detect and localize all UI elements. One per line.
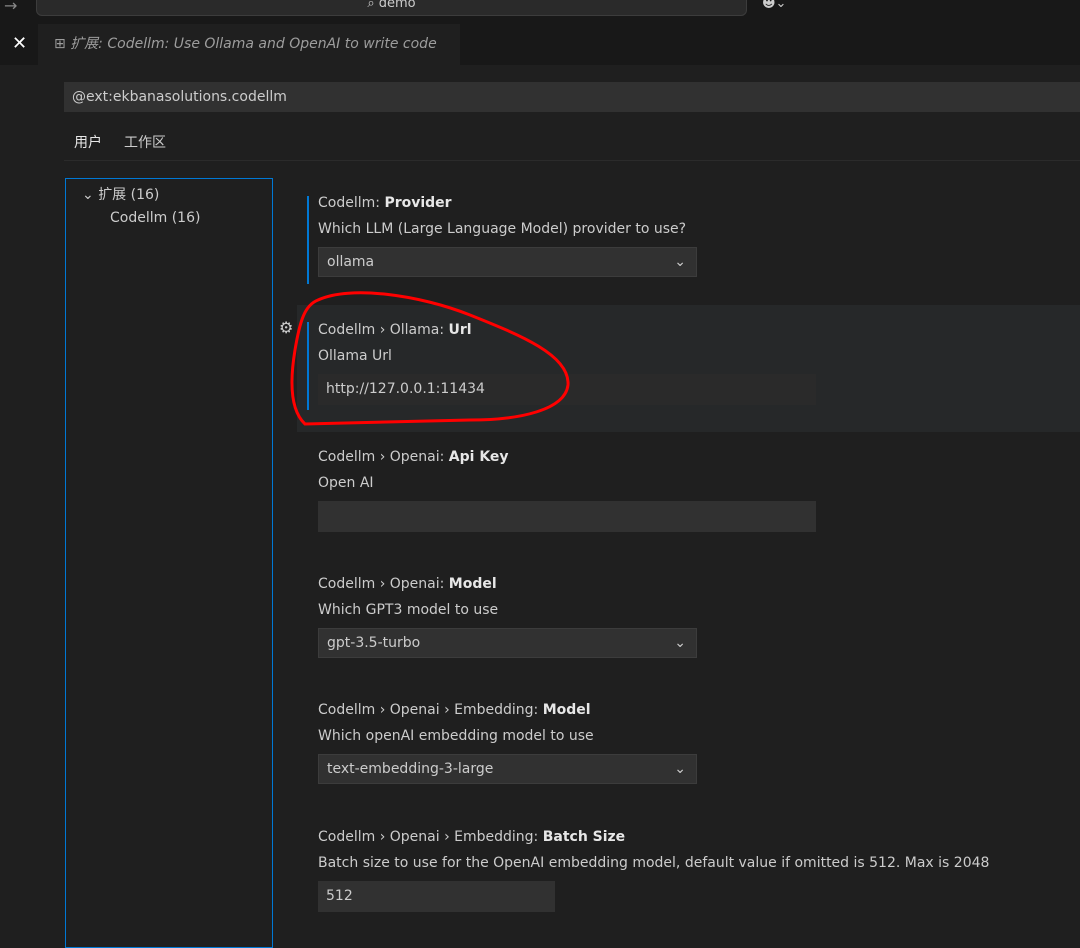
red-annotation-circle [290, 291, 570, 426]
